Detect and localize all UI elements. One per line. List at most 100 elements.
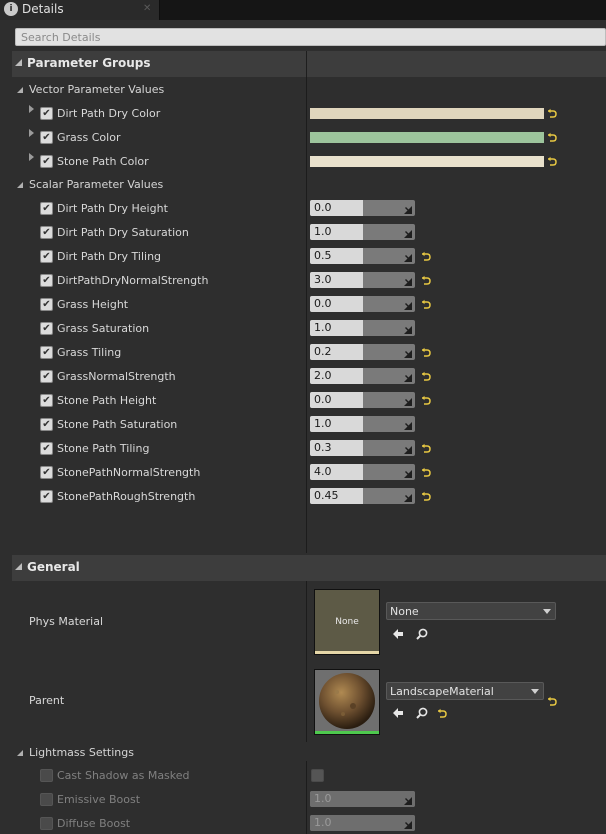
lightmass-label: Diffuse Boost bbox=[57, 817, 131, 830]
reset-to-default-icon[interactable] bbox=[547, 108, 557, 118]
expand-arrow-icon[interactable] bbox=[29, 129, 34, 137]
drag-grip-icon[interactable] bbox=[404, 372, 412, 382]
value-checkbox bbox=[311, 769, 324, 782]
collapse-triangle-icon[interactable] bbox=[15, 59, 22, 66]
override-checkbox[interactable]: ✔ bbox=[40, 370, 53, 383]
override-checkbox[interactable]: ✔ bbox=[40, 226, 53, 239]
drag-grip-icon[interactable] bbox=[404, 300, 412, 310]
drag-grip-icon[interactable] bbox=[404, 252, 412, 262]
category-label: General bbox=[27, 560, 80, 574]
scalar-value-spinbox[interactable]: 2.0 bbox=[310, 368, 415, 384]
scalar-value-spinbox[interactable]: 3.0 bbox=[310, 272, 415, 288]
collapse-triangle-icon[interactable] bbox=[15, 563, 22, 570]
drag-grip-icon[interactable] bbox=[404, 396, 412, 406]
reset-to-default-icon[interactable] bbox=[547, 156, 557, 166]
reset-to-default-icon[interactable] bbox=[421, 443, 431, 453]
parent-thumbnail[interactable] bbox=[314, 669, 380, 735]
scalar-param-label: Grass Tiling bbox=[57, 346, 122, 359]
scalar-value-spinbox[interactable]: 0.0 bbox=[310, 392, 415, 408]
spinbox-value: 1.0 bbox=[314, 417, 332, 430]
search-icon[interactable] bbox=[415, 627, 429, 641]
color-swatch[interactable] bbox=[310, 108, 544, 119]
phys-material-thumbnail[interactable]: None bbox=[314, 589, 380, 655]
vector-param-label: Grass Color bbox=[57, 131, 121, 144]
column-splitter[interactable] bbox=[306, 77, 307, 553]
phys-material-combo[interactable]: None bbox=[386, 602, 556, 620]
collapse-triangle-icon[interactable] bbox=[17, 182, 23, 188]
reset-to-default-icon[interactable] bbox=[421, 395, 431, 405]
drag-grip-icon[interactable] bbox=[404, 444, 412, 454]
close-icon[interactable]: ✕ bbox=[143, 3, 151, 14]
scalar-value-spinbox[interactable]: 0.5 bbox=[310, 248, 415, 264]
drag-grip-icon[interactable] bbox=[404, 324, 412, 334]
column-splitter[interactable] bbox=[306, 761, 307, 834]
color-swatch[interactable] bbox=[310, 156, 544, 167]
subcategory-vector[interactable]: Vector Parameter Values bbox=[12, 80, 606, 98]
tab-details[interactable]: i Details ✕ bbox=[0, 0, 160, 20]
override-checkbox[interactable]: ✔ bbox=[40, 298, 53, 311]
parent-combo[interactable]: LandscapeMaterial bbox=[386, 682, 544, 700]
drag-grip-icon[interactable] bbox=[404, 348, 412, 358]
drag-grip-icon[interactable] bbox=[404, 468, 412, 478]
scalar-value-spinbox[interactable]: 0.3 bbox=[310, 440, 415, 456]
category-parameter-groups[interactable]: Parameter Groups bbox=[12, 51, 606, 77]
subcategory-lightmass[interactable]: Lightmass Settings bbox=[12, 743, 606, 761]
scalar-value-spinbox[interactable]: 4.0 bbox=[310, 464, 415, 480]
reset-to-default-icon[interactable] bbox=[421, 467, 431, 477]
color-swatch[interactable] bbox=[310, 132, 544, 143]
drag-grip-icon[interactable] bbox=[404, 228, 412, 238]
collapse-triangle-icon[interactable] bbox=[17, 750, 23, 756]
category-general[interactable]: General bbox=[12, 555, 606, 581]
reset-to-default-icon[interactable] bbox=[421, 251, 431, 261]
arrow-left-icon[interactable] bbox=[391, 706, 405, 720]
reset-to-default-icon[interactable] bbox=[437, 708, 447, 718]
reset-to-default-icon[interactable] bbox=[421, 491, 431, 501]
search-input[interactable] bbox=[15, 28, 606, 46]
reset-to-default-icon[interactable] bbox=[421, 275, 431, 285]
spinbox-value: 1.0 bbox=[314, 225, 332, 238]
scalar-value-spinbox[interactable]: 0.0 bbox=[310, 200, 415, 216]
reset-to-default-icon[interactable] bbox=[421, 347, 431, 357]
override-checkbox[interactable]: ✔ bbox=[40, 202, 53, 215]
override-checkbox[interactable]: ✔ bbox=[40, 346, 53, 359]
reset-to-default-icon[interactable] bbox=[547, 132, 557, 142]
subcategory-label: Lightmass Settings bbox=[29, 746, 134, 759]
subcategory-scalar[interactable]: Scalar Parameter Values bbox=[12, 175, 606, 193]
drag-grip-icon[interactable] bbox=[404, 204, 412, 214]
reset-to-default-icon[interactable] bbox=[547, 696, 557, 706]
drag-grip-icon[interactable] bbox=[404, 276, 412, 286]
collapse-triangle-icon[interactable] bbox=[17, 87, 23, 93]
expand-arrow-icon[interactable] bbox=[29, 105, 34, 113]
scalar-value-spinbox[interactable]: 0.2 bbox=[310, 344, 415, 360]
search-icon[interactable] bbox=[415, 706, 429, 720]
override-checkbox[interactable]: ✔ bbox=[40, 442, 53, 455]
reset-to-default-icon[interactable] bbox=[421, 371, 431, 381]
override-checkbox[interactable]: ✔ bbox=[40, 131, 53, 144]
drag-grip-icon[interactable] bbox=[404, 492, 412, 502]
override-checkbox[interactable]: ✔ bbox=[40, 490, 53, 503]
lightmass-label: Emissive Boost bbox=[57, 793, 141, 806]
drag-grip-icon[interactable] bbox=[404, 420, 412, 430]
spinbox-value: 0.0 bbox=[314, 393, 332, 406]
override-checkbox[interactable]: ✔ bbox=[40, 250, 53, 263]
column-splitter[interactable] bbox=[306, 581, 307, 742]
reset-to-default-icon[interactable] bbox=[421, 299, 431, 309]
override-checkbox[interactable]: ✔ bbox=[40, 322, 53, 335]
scalar-value-spinbox[interactable]: 1.0 bbox=[310, 224, 415, 240]
scalar-value-spinbox[interactable]: 0.45 bbox=[310, 488, 415, 504]
scalar-param-label: Dirt Path Dry Height bbox=[57, 202, 168, 215]
scalar-value-spinbox[interactable]: 1.0 bbox=[310, 320, 415, 336]
override-checkbox[interactable]: ✔ bbox=[40, 466, 53, 479]
expand-arrow-icon[interactable] bbox=[29, 153, 34, 161]
override-checkbox[interactable]: ✔ bbox=[40, 394, 53, 407]
spinbox-value: 1.0 bbox=[314, 792, 332, 805]
override-checkbox[interactable]: ✔ bbox=[40, 155, 53, 168]
scalar-param-label: GrassNormalStrength bbox=[57, 370, 176, 383]
tab-title: Details bbox=[22, 2, 64, 16]
arrow-left-icon[interactable] bbox=[391, 627, 405, 641]
scalar-value-spinbox[interactable]: 1.0 bbox=[310, 416, 415, 432]
scalar-value-spinbox[interactable]: 0.0 bbox=[310, 296, 415, 312]
override-checkbox[interactable]: ✔ bbox=[40, 107, 53, 120]
override-checkbox[interactable]: ✔ bbox=[40, 418, 53, 431]
override-checkbox[interactable]: ✔ bbox=[40, 274, 53, 287]
